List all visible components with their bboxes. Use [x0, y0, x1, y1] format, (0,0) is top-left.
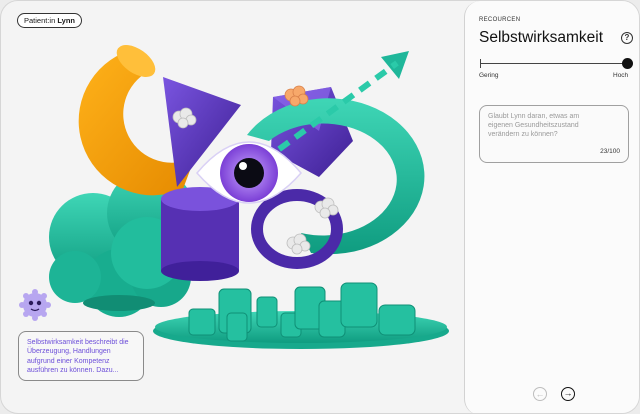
monster-avatar-icon[interactable]	[17, 287, 53, 323]
slider-min-label: Gering	[479, 72, 499, 79]
description-text-box[interactable]: Selbstwirksamkeit beschreibt die Überzeu…	[18, 331, 144, 381]
purple-cylinder	[161, 187, 239, 281]
patient-prefix: Patient:in	[24, 16, 56, 25]
previous-arrow-icon[interactable]: ←	[533, 387, 547, 401]
character-count: 23/100	[600, 148, 620, 155]
resource-panel: RECOURCEN Selbstwirksamkeit ? Gering Hoc…	[464, 1, 639, 413]
self-efficacy-slider-track[interactable]	[480, 63, 628, 64]
answer-placeholder: Glaubt Lynn daran, etwas am eigenen Gesu…	[488, 113, 580, 138]
patient-name: Lynn	[57, 16, 76, 25]
help-icon[interactable]: ?	[621, 32, 633, 44]
answer-textarea[interactable]: Glaubt Lynn daran, etwas am eigenen Gesu…	[479, 105, 629, 163]
panel-title: Selbstwirksamkeit	[479, 29, 604, 46]
self-efficacy-slider-thumb[interactable]	[622, 58, 633, 69]
next-arrow-icon[interactable]: →	[561, 387, 575, 401]
patient-label: Patient:in Lynn	[17, 13, 83, 28]
panel-kicker: RECOURCEN	[479, 17, 521, 23]
slider-max-label: Hoch	[613, 72, 629, 79]
app-screen: Patient:in Lynn Selbstwirksamkeit beschr…	[0, 0, 640, 414]
